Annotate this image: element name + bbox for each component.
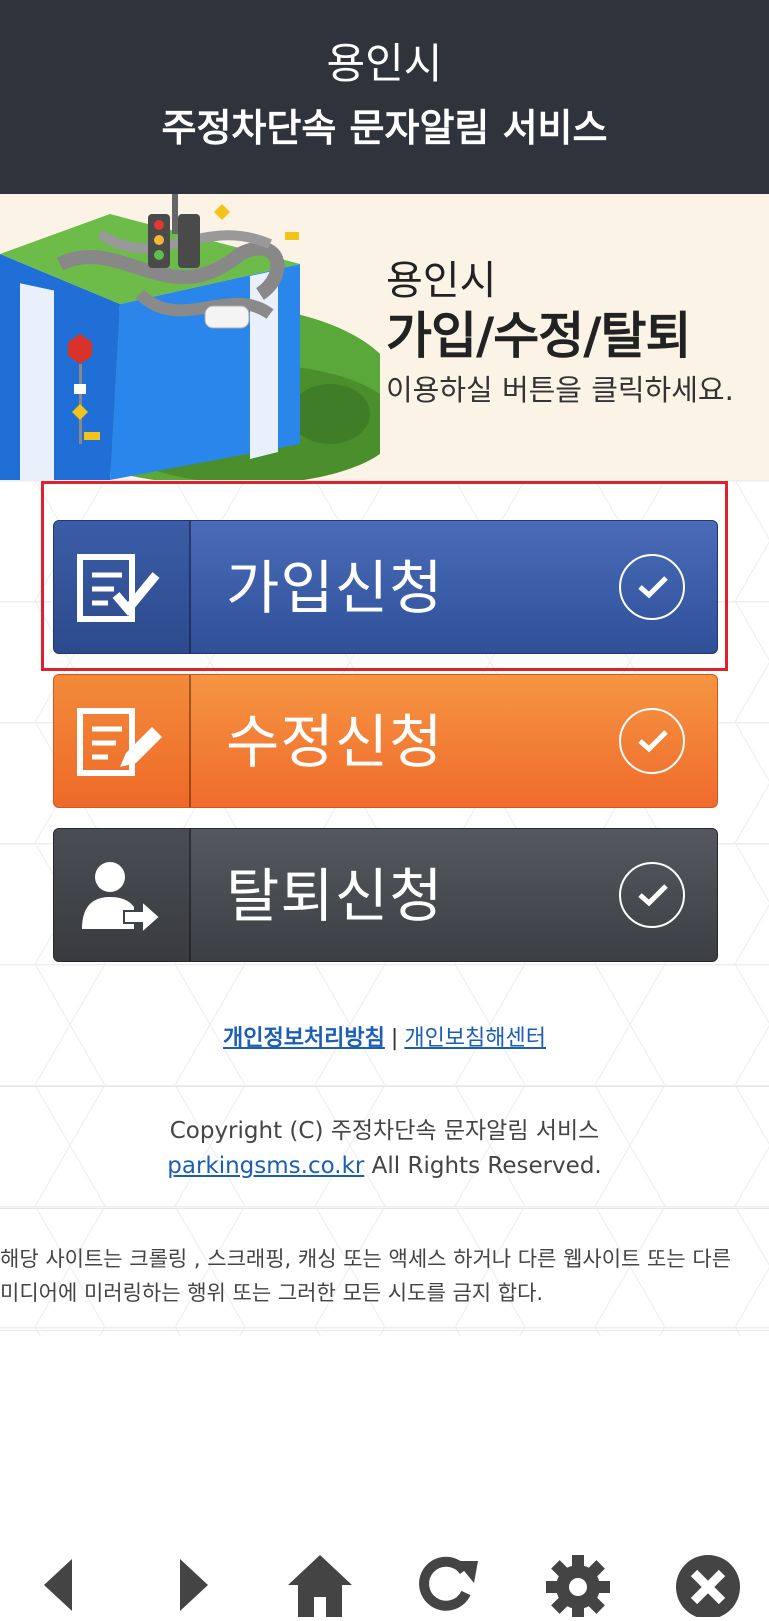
close-icon[interactable]: [672, 1553, 744, 1619]
copyright: Copyright (C) 주정차단속 문자알림 서비스 parkingsms.…: [0, 1114, 769, 1184]
join-label: 가입신청: [226, 554, 444, 622]
banner-illustration: [0, 194, 380, 480]
privacy-report-center-link[interactable]: 개인보침해센터: [404, 1026, 546, 1051]
home-icon[interactable]: [284, 1553, 356, 1617]
edit-label: 수정신청: [226, 708, 444, 776]
link-separator: |: [390, 1026, 399, 1051]
header-title: 주정차단속 문자알림 서비스: [161, 106, 608, 150]
footer-links: 개인정보처리방침 | 개인보침해센터: [0, 1020, 769, 1052]
hero-banner: 용인시 가입/수정/탈퇴 이용하실 버튼을 클릭하세요.: [0, 194, 769, 480]
notice-line-2: 미디어에 미러링하는 행위 또는 그러한 모든 시도를 금지 합다.: [0, 1281, 544, 1305]
user-exit-icon: [54, 829, 191, 961]
browser-toolbar: [0, 1545, 769, 1619]
withdraw-label: 탈퇴신청: [226, 862, 444, 930]
rights-text: All Rights Reserved.: [364, 1153, 602, 1179]
site-link[interactable]: parkingsms.co.kr: [167, 1153, 364, 1179]
refresh-icon[interactable]: [412, 1553, 484, 1617]
banner-heading: 가입/수정/탈퇴: [386, 307, 692, 365]
divider: [0, 1086, 769, 1087]
privacy-policy-link[interactable]: 개인정보처리방침: [223, 1026, 385, 1051]
app-header: 용인시 주정차단속 문자알림 서비스: [0, 0, 769, 194]
form-check-icon: [54, 521, 191, 653]
withdraw-button[interactable]: 탈퇴신청: [53, 828, 718, 962]
copyright-line: Copyright (C) 주정차단속 문자알림 서비스: [169, 1118, 600, 1144]
edit-button[interactable]: 수정신청: [53, 674, 718, 808]
check-circle-icon: [619, 554, 685, 620]
notice-line-1: 해당 사이트는 크롤링 , 스크래핑, 캐싱 또는 액세스 하거나 다른 웹사이…: [0, 1247, 732, 1271]
header-city: 용인시: [326, 39, 443, 88]
check-circle-icon: [619, 862, 685, 928]
settings-icon[interactable]: [542, 1553, 614, 1619]
anti-crawling-notice: 해당 사이트는 크롤링 , 스크래핑, 캐싱 또는 액세스 하거나 다른 웹사이…: [0, 1242, 731, 1310]
form-edit-icon: [54, 675, 191, 807]
divider: [0, 1208, 769, 1209]
banner-instruction: 이용하실 버튼을 클릭하세요.: [386, 373, 734, 407]
back-icon[interactable]: [26, 1553, 98, 1617]
divider: [0, 1330, 769, 1331]
check-circle-icon: [619, 708, 685, 774]
forward-icon[interactable]: [154, 1553, 226, 1617]
banner-city: 용인시: [386, 258, 497, 304]
join-button[interactable]: 가입신청: [53, 520, 718, 654]
